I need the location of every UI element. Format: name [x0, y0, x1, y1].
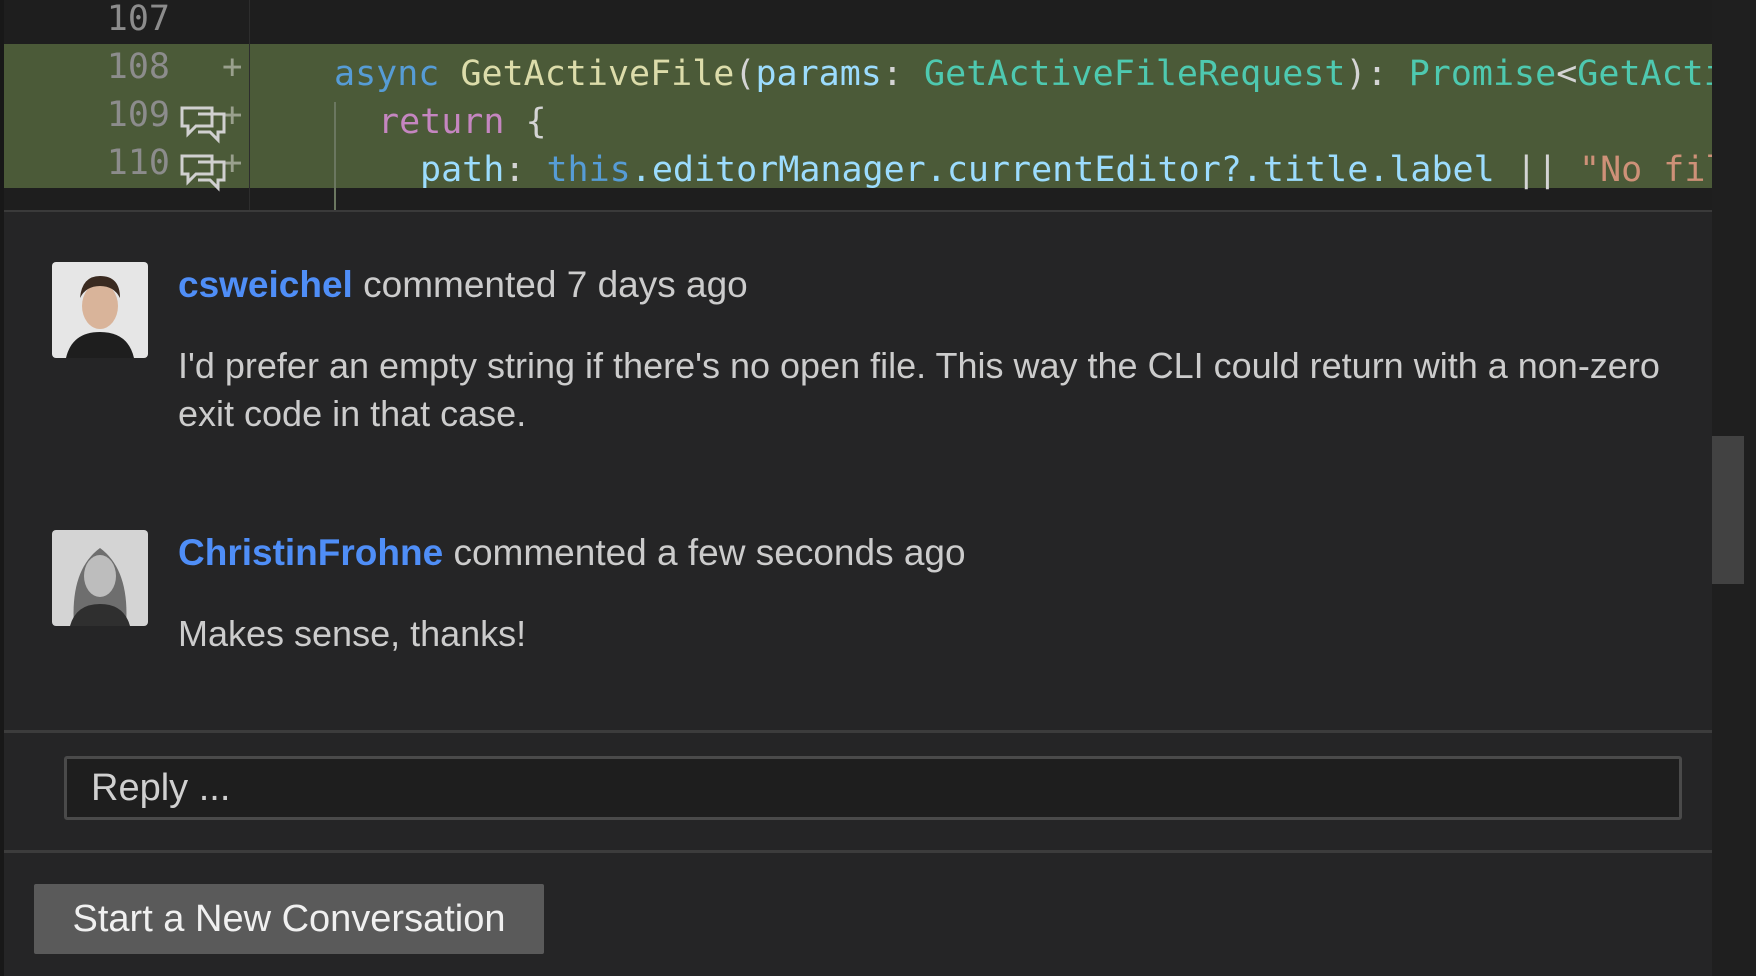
type-name: GetActiveFileRequest — [924, 54, 1346, 94]
avatar-image-icon — [52, 530, 148, 626]
comment-meta: commented 7 days ago — [352, 264, 748, 305]
comment-author-link[interactable]: ChristinFrohne — [178, 532, 443, 573]
punct: : — [881, 54, 925, 94]
member-chain: .editorManager.currentEditor?.title.labe… — [630, 150, 1495, 190]
punct: ): — [1345, 54, 1409, 94]
property: path — [420, 150, 505, 190]
comment-header: csweichel commented 7 days ago — [178, 264, 748, 306]
keyword: async — [334, 54, 440, 94]
editor-left-border — [0, 0, 4, 976]
operator: || — [1494, 150, 1579, 190]
line-number: 110 — [106, 143, 170, 183]
diff-editor: 107 108 109 110 + + + async GetActiveFil… — [0, 0, 1712, 212]
comment-author-link[interactable]: csweichel — [178, 264, 353, 305]
line-number: 108 — [106, 47, 170, 87]
gutter-separator — [249, 0, 250, 212]
comment-thread-icon[interactable] — [178, 152, 228, 192]
comment-body: Makes sense, thanks! — [178, 613, 527, 654]
param-name: params — [755, 54, 882, 94]
avatar[interactable] — [52, 530, 148, 626]
punct: < — [1556, 54, 1578, 94]
punct: { — [504, 102, 547, 142]
type-name: GetActi — [1577, 54, 1712, 94]
comment-header: ChristinFrohne commented a few seconds a… — [178, 532, 966, 574]
punct: : — [504, 150, 547, 190]
divider — [4, 730, 1712, 733]
string-literal: "No fil — [1579, 150, 1712, 190]
comment-thread-panel: csweichel commented 7 days ago I'd prefe… — [4, 212, 1712, 976]
code-line-110: path: this.editorManager.currentEditor?.… — [420, 143, 1712, 197]
divider — [4, 850, 1712, 853]
function-name: GetActiveFile — [460, 54, 735, 94]
avatar-image-icon — [52, 262, 148, 358]
reply-input[interactable] — [64, 756, 1682, 820]
code-line-108: async GetActiveFile(params: GetActiveFil… — [334, 47, 1712, 101]
punct: ( — [734, 54, 756, 94]
keyword: return — [378, 102, 505, 142]
comment-thread-icon[interactable] — [178, 104, 228, 144]
indent-guide — [334, 102, 336, 210]
code-line-109: return { — [378, 95, 547, 149]
added-marker: + — [222, 47, 243, 87]
scrollbar-thumb[interactable] — [1712, 436, 1744, 584]
start-new-conversation-button[interactable]: Start a New Conversation — [34, 884, 544, 954]
comment-body: I'd prefer an empty string if there's no… — [178, 345, 1660, 434]
avatar[interactable] — [52, 262, 148, 358]
type-name: Promise — [1408, 54, 1557, 94]
keyword: this — [546, 150, 631, 190]
comment-meta: commented a few seconds ago — [443, 532, 966, 573]
line-number: 109 — [106, 95, 170, 135]
